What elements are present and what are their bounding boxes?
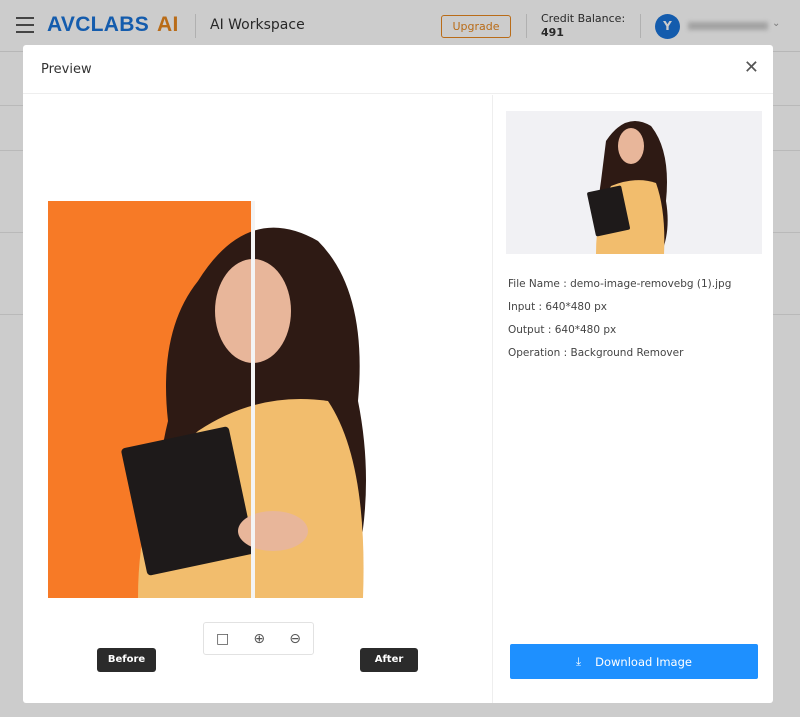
- before-label: Before: [97, 648, 156, 672]
- result-thumbnail: [506, 111, 762, 254]
- info-file-name: File Name : demo-image-removebg (1).jpg: [508, 278, 732, 290]
- preview-modal: Preview ✕ □ ⊕ ⊖ Before After File Name :…: [23, 45, 773, 703]
- info-input: Input : 640*480 px: [508, 301, 607, 313]
- download-icon: ⤓: [576, 654, 582, 668]
- download-image-button[interactable]: ⤓ Download Image: [510, 644, 758, 679]
- fit-screen-icon[interactable]: □: [216, 631, 229, 647]
- close-icon[interactable]: ✕: [744, 59, 759, 77]
- download-label: Download Image: [595, 654, 692, 669]
- zoom-out-icon[interactable]: ⊖: [289, 631, 301, 647]
- file-info: File Name : demo-image-removebg (1).jpg …: [508, 273, 731, 365]
- after-label: After: [360, 648, 418, 672]
- modal-title: Preview: [41, 62, 92, 77]
- before-after-image[interactable]: [48, 201, 452, 598]
- compare-slider[interactable]: [251, 201, 255, 598]
- zoom-toolbar: □ ⊕ ⊖: [203, 622, 314, 655]
- info-operation: Operation : Background Remover: [508, 347, 684, 359]
- info-output: Output : 640*480 px: [508, 324, 617, 336]
- compare-panel: □ ⊕ ⊖ Before After: [23, 95, 493, 703]
- zoom-in-icon[interactable]: ⊕: [253, 631, 265, 647]
